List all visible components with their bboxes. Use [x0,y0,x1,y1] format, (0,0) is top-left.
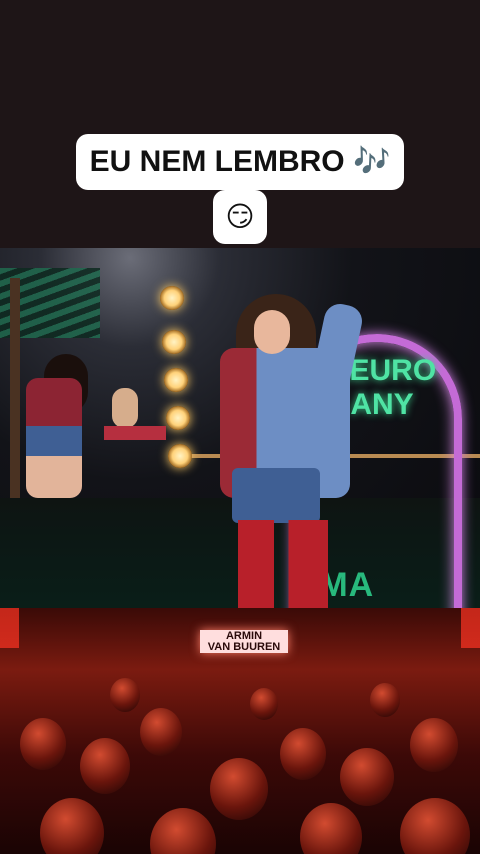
dancer [26,378,82,498]
crowd-head [110,678,140,712]
caption-text: EU NEM LEMBRO 🎶 [75,134,405,190]
crowd-head [300,803,362,854]
singer-face [254,310,290,354]
crowd-head [250,688,278,720]
stage-light [166,406,190,430]
crowd-head [340,748,394,806]
crowd-head [370,683,400,717]
caption-line-2: 😏 [0,190,480,244]
stage-light [168,444,192,468]
crowd-head [410,718,458,772]
crowd-head [140,708,182,756]
crowd-head [40,798,104,854]
crowd-head [280,728,326,780]
keyboard [104,426,166,440]
crowd-head [400,798,470,854]
stage-screen: ARMIN VAN BUUREN [200,630,288,653]
caption-line-1: EU NEM LEMBRO 🎶 [0,134,480,190]
singer-boots [238,520,328,608]
smirk-emoji: 😏 [213,190,267,244]
stage-light [160,286,184,310]
stage-light [164,368,188,392]
keyboard-player [112,388,138,428]
singer-skirt [232,468,320,523]
crowd-video[interactable]: ARMIN VAN BUUREN [0,608,480,854]
performance-video[interactable]: NEURO ANY MMA [0,248,480,608]
crowd-head [210,758,268,820]
crowd-head [20,718,66,770]
crowd-head [150,808,216,854]
crowd-head [80,738,130,794]
stage-light [162,330,186,354]
